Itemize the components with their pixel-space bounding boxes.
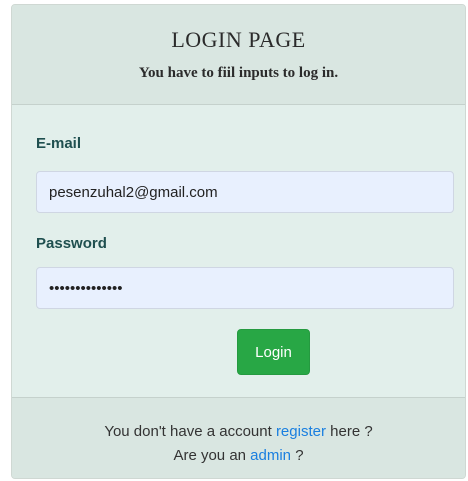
card-footer: You don't have a account register here ?…	[12, 397, 465, 478]
page-subtitle: You have to fiil inputs to log in.	[138, 65, 339, 81]
admin-line: Are you an admin ?	[12, 444, 465, 468]
login-button[interactable]: Login	[237, 329, 310, 375]
password-label: Password	[36, 235, 107, 252]
register-line: You don't have a account register here ?	[12, 420, 465, 444]
admin-prefix-text: Are you an	[173, 447, 251, 464]
password-field[interactable]	[36, 267, 454, 309]
card-header: LOGIN PAGE You have to fiil inputs to lo…	[12, 5, 465, 105]
email-field[interactable]	[36, 171, 454, 213]
login-form: E-mail Password Login	[12, 105, 465, 397]
admin-suffix-text: ?	[291, 447, 304, 464]
register-link[interactable]: register	[276, 423, 326, 440]
login-card: LOGIN PAGE You have to fiil inputs to lo…	[11, 4, 466, 479]
page-title: LOGIN PAGE	[171, 27, 306, 52]
register-prefix-text: You don't have a account	[104, 423, 276, 440]
register-suffix-text: here ?	[325, 423, 373, 440]
email-label: E-mail	[36, 135, 82, 152]
admin-link[interactable]: admin	[250, 447, 291, 464]
